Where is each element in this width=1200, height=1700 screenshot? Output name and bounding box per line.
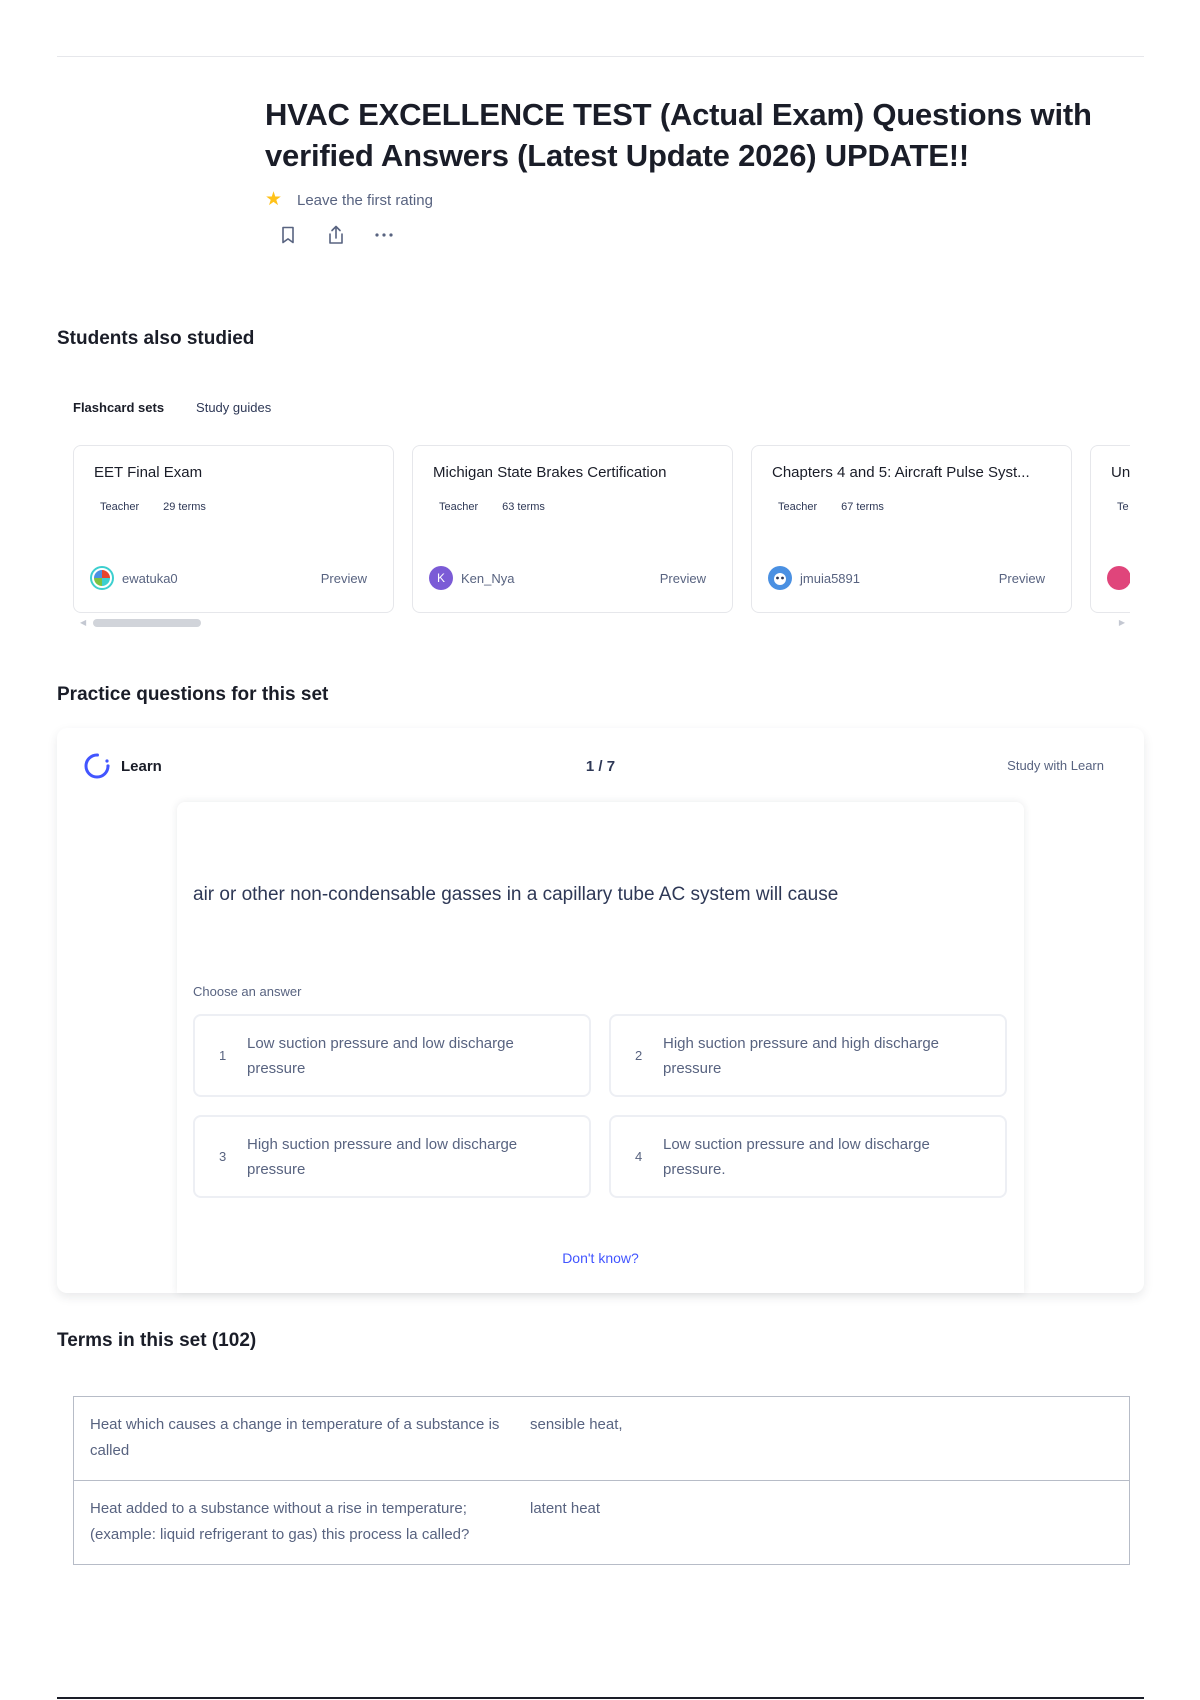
dont-know-button[interactable]: Don't know? — [177, 1250, 1024, 1266]
bookmark-icon — [282, 226, 294, 244]
avatar — [1107, 566, 1130, 590]
term-text: Heat which causes a change in temperatur… — [90, 1416, 500, 1459]
share-icon — [329, 225, 343, 244]
definition-text: sensible heat, — [530, 1416, 623, 1433]
terms-list: Heat which causes a change in temperatur… — [73, 1396, 1130, 1565]
related-set-card[interactable]: Michigan State Brakes Certification Teac… — [412, 445, 733, 613]
question-card: air or other non-condensable gasses in a… — [177, 802, 1024, 1293]
answer-options: 1 Low suction pressure and low discharge… — [193, 1014, 1007, 1198]
term-text: Heat added to a substance without a rise… — [90, 1500, 470, 1543]
card-terms: 29 terms — [163, 501, 206, 513]
card-title: Michigan State Brakes Certification — [433, 464, 667, 481]
card-username[interactable]: jmuia5891 — [800, 571, 999, 586]
definition-text: latent heat — [530, 1500, 601, 1517]
answer-option-1[interactable]: 1 Low suction pressure and low discharge… — [193, 1014, 591, 1097]
terms-heading: Terms in this set (102) — [57, 1330, 257, 1351]
scroll-right-arrow-icon[interactable]: ▶ — [1119, 618, 1125, 627]
answer-option-4[interactable]: 4 Low suction pressure and low discharge… — [609, 1115, 1007, 1198]
answer-number: 3 — [219, 1149, 227, 1164]
term-row: Heat which causes a change in temperatur… — [74, 1397, 1129, 1480]
page-title: HVAC EXCELLENCE TEST (Actual Exam) Quest… — [265, 97, 1092, 173]
related-set-card[interactable]: Chapters 4 and 5: Aircraft Pulse Syst...… — [751, 445, 1072, 613]
related-set-card[interactable]: Un Te — [1090, 445, 1130, 613]
card-title: EET Final Exam — [94, 464, 203, 481]
answer-number: 1 — [219, 1048, 227, 1063]
answer-option-2[interactable]: 2 High suction pressure and high dischar… — [609, 1014, 1007, 1097]
answer-option-3[interactable]: 3 High suction pressure and low discharg… — [193, 1115, 591, 1198]
avatar: K — [429, 566, 453, 590]
header-actions — [265, 222, 1125, 248]
term-row: Heat added to a substance without a rise… — [74, 1480, 1129, 1564]
preview-button[interactable]: Preview — [999, 571, 1045, 586]
card-title: Chapters 4 and 5: Aircraft Pulse Syst... — [772, 464, 1030, 481]
more-options-button[interactable] — [371, 222, 397, 248]
scroll-left-arrow-icon[interactable]: ◀ — [80, 618, 86, 627]
answer-text: Low suction pressure and low discharge p… — [247, 1034, 514, 1077]
card-terms: 67 terms — [841, 501, 884, 513]
scroll-thumb[interactable] — [93, 619, 201, 627]
more-icon — [375, 233, 393, 237]
related-set-card[interactable]: EET Final Exam Teacher 29 terms ewatuka0 … — [73, 445, 394, 613]
study-with-learn-link[interactable]: Study with Learn — [1007, 758, 1104, 773]
card-terms: 63 terms — [502, 501, 545, 513]
share-button[interactable] — [323, 222, 349, 248]
answer-text: High suction pressure and high discharge… — [663, 1034, 939, 1077]
choose-answer-label: Choose an answer — [193, 984, 302, 999]
students-also-studied-heading: Students also studied — [57, 328, 255, 349]
card-role: Teacher — [439, 501, 479, 513]
practice-questions-heading: Practice questions for this set — [57, 684, 329, 705]
answer-number: 4 — [635, 1149, 643, 1164]
card-role: Te — [1117, 501, 1129, 513]
card-role: Teacher — [100, 501, 140, 513]
rating-row[interactable]: ★ Leave the first rating — [265, 190, 1125, 210]
avatar — [768, 566, 792, 590]
set-header: HVAC EXCELLENCE TEST (Actual Exam) Quest… — [265, 94, 1125, 248]
study-tabs: Flashcard sets Study guides — [73, 400, 271, 421]
card-title: Un — [1111, 464, 1130, 481]
related-sets-carousel: EET Final Exam Teacher 29 terms ewatuka0 … — [73, 445, 1130, 615]
answer-number: 2 — [635, 1048, 643, 1063]
answer-text: Low suction pressure and low discharge p… — [663, 1135, 930, 1178]
card-username[interactable]: Ken_Nya — [461, 571, 660, 586]
carousel-scrollbar[interactable]: ◀ ▶ — [80, 618, 1125, 628]
card-role: Teacher — [778, 501, 818, 513]
preview-button[interactable]: Preview — [660, 571, 706, 586]
save-button[interactable] — [275, 222, 301, 248]
answer-text: High suction pressure and low discharge … — [247, 1135, 518, 1178]
question-text: air or other non-condensable gasses in a… — [193, 884, 839, 905]
avatar — [90, 566, 114, 590]
card-username[interactable]: ewatuka0 — [122, 571, 321, 586]
star-icon: ★ — [265, 189, 283, 210]
tab-study-guides[interactable]: Study guides — [196, 400, 271, 421]
practice-panel: Learn 1 / 7 Study with Learn air or othe… — [57, 728, 1144, 1293]
question-counter: 1 / 7 — [585, 758, 616, 775]
tab-flashcard-sets[interactable]: Flashcard sets — [73, 400, 164, 421]
rating-link[interactable]: Leave the first rating — [297, 192, 433, 209]
top-divider — [57, 56, 1144, 57]
bottom-divider — [57, 1697, 1144, 1699]
preview-button[interactable]: Preview — [321, 571, 367, 586]
